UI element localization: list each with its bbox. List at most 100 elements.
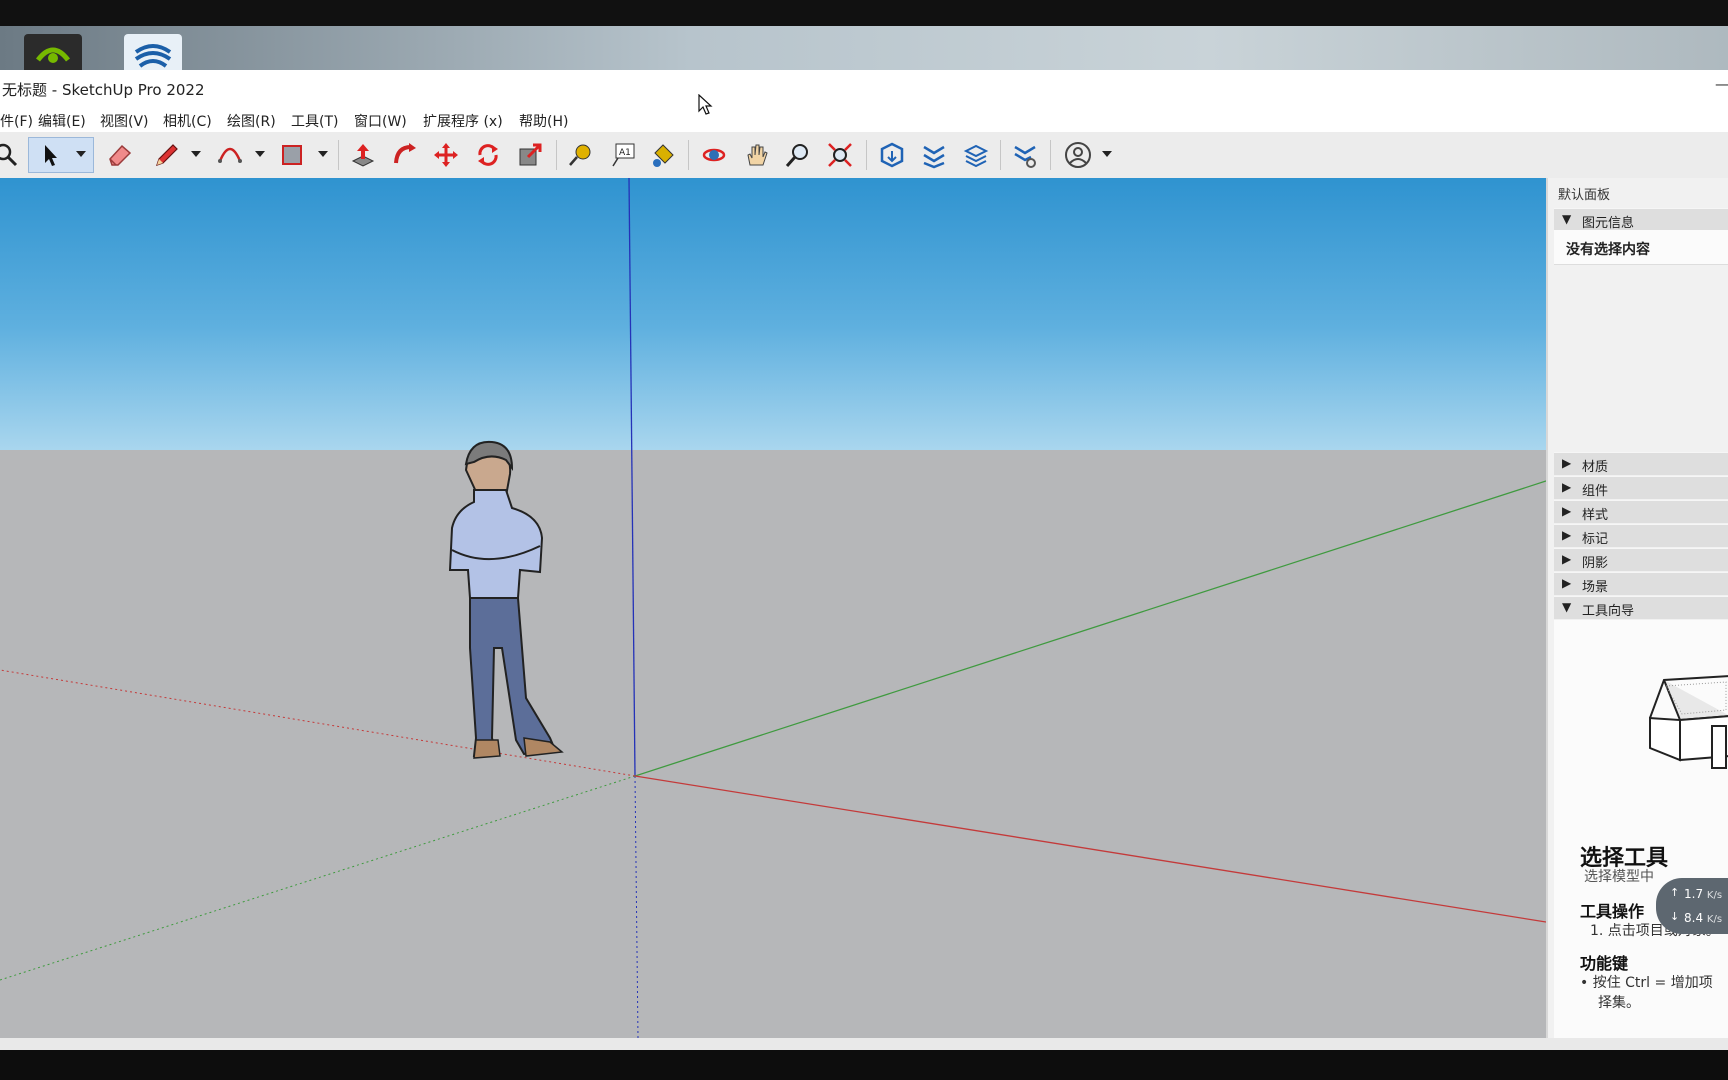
upload-speed-value: 1.7	[1684, 887, 1704, 901]
scale-icon[interactable]	[514, 139, 546, 171]
minimize-button[interactable]: —	[1715, 75, 1728, 93]
window-title: 无标题 - SketchUp Pro 2022	[2, 81, 205, 99]
eraser-icon[interactable]	[104, 139, 136, 171]
toolbar-separator	[1000, 140, 1001, 170]
download-speed-value: 8.4	[1684, 911, 1704, 925]
scene-axes	[0, 178, 1546, 1038]
toolbar-separator	[866, 140, 867, 170]
mouse-cursor-icon	[698, 94, 713, 115]
panel-label: 材质	[1582, 460, 1609, 475]
rectangle-icon[interactable]	[276, 139, 308, 171]
zoom-icon[interactable]	[0, 139, 22, 171]
network-speed-widget[interactable]: ↑ 1.7 K/s ↓ 8.4 K/s	[1656, 878, 1728, 934]
upload-arrow-icon: ↑	[1670, 886, 1680, 899]
3d-warehouse-icon[interactable]	[876, 139, 908, 171]
tool-operation-heading: 工具操作	[1580, 902, 1645, 921]
layout-icon[interactable]	[960, 139, 992, 171]
rectangle-dropdown-caret-icon[interactable]	[318, 149, 328, 159]
tray-title: 默认面板	[1558, 188, 1611, 203]
panel-label: 样式	[1582, 508, 1609, 523]
menu-bar: 件(F) 编辑(E) 视图(V) 相机(C) 绘图(R) 工具(T) 窗口(W)…	[0, 106, 1728, 132]
push-pull-icon[interactable]	[347, 139, 379, 171]
upload-speed: 1.7 K/s	[1684, 887, 1722, 901]
main-toolbar: A1	[0, 132, 1728, 179]
menu-tools[interactable]: 工具(T)	[291, 111, 338, 131]
panel-tags-header[interactable]: ▶ 标记	[1554, 524, 1728, 547]
account-icon[interactable]	[1062, 139, 1094, 171]
panel-styles-header[interactable]: ▶ 样式	[1554, 500, 1728, 523]
arc-dropdown-caret-icon[interactable]	[255, 149, 265, 159]
download-speed: 8.4 K/s	[1684, 911, 1722, 925]
download-arrow-icon: ↓	[1670, 910, 1680, 923]
arc-icon[interactable]	[214, 139, 246, 171]
select-arrow-icon[interactable]	[34, 139, 66, 171]
panel-label: 标记	[1582, 532, 1609, 547]
expand-triangle-icon: ▶	[1562, 504, 1572, 518]
download-speed-unit: K/s	[1706, 914, 1723, 925]
screen-bezel-top	[0, 0, 1728, 26]
menu-edit[interactable]: 编辑(E)	[38, 111, 86, 131]
tape-measure-icon[interactable]	[565, 139, 597, 171]
collapse-triangle-icon: ▼	[1562, 212, 1572, 226]
menu-extensions[interactable]: 扩展程序 (x)	[423, 111, 503, 131]
desktop-background	[0, 26, 1728, 70]
panel-materials-header[interactable]: ▶ 材质	[1554, 452, 1728, 475]
toolbar-separator	[338, 140, 339, 170]
panel-components-header[interactable]: ▶ 组件	[1554, 476, 1728, 499]
toolbar-separator	[688, 140, 689, 170]
account-dropdown-caret-icon[interactable]	[1102, 149, 1112, 159]
menu-camera[interactable]: 相机(C)	[163, 111, 212, 131]
menu-draw[interactable]: 绘图(R)	[227, 111, 276, 131]
follow-me-icon[interactable]	[389, 139, 421, 171]
toolbar-separator	[1050, 140, 1051, 170]
paint-bucket-icon[interactable]	[647, 139, 679, 171]
menu-file[interactable]: 件(F)	[0, 111, 33, 131]
panel-entity-info-header[interactable]: ▼ 图元信息	[1554, 208, 1728, 231]
extension-manager-icon[interactable]	[1009, 139, 1041, 171]
move-icon[interactable]	[430, 139, 462, 171]
rotate-icon[interactable]	[472, 139, 504, 171]
green-axis-positive	[634, 480, 1546, 777]
panel-label: 工具向导	[1582, 604, 1635, 619]
zoom-extents-icon[interactable]	[824, 139, 856, 171]
modeling-viewport[interactable]	[0, 178, 1546, 1038]
pan-hand-icon[interactable]	[740, 139, 772, 171]
extension-warehouse-icon[interactable]	[918, 139, 950, 171]
expand-triangle-icon: ▶	[1562, 576, 1572, 590]
panel-label: 场景	[1582, 580, 1609, 595]
pencil-dropdown-caret-icon[interactable]	[191, 149, 201, 159]
panel-instructor-header[interactable]: ▼ 工具向导	[1554, 596, 1728, 619]
green-axis-negative	[0, 775, 636, 981]
select-dropdown-caret-icon[interactable]	[76, 149, 86, 159]
status-bar	[0, 1038, 1728, 1050]
red-axis-positive	[634, 775, 1546, 923]
orbit-icon[interactable]	[698, 139, 730, 171]
panel-label: 图元信息	[1582, 216, 1635, 231]
blue-axis-positive	[628, 178, 636, 777]
screen-bezel-bottom	[0, 1050, 1728, 1080]
menu-window[interactable]: 窗口(W)	[354, 111, 407, 131]
pencil-icon[interactable]	[150, 139, 182, 171]
feishu-app-icon[interactable]	[124, 34, 182, 70]
panel-label: 组件	[1582, 484, 1609, 499]
blue-axis-negative	[634, 775, 639, 1038]
zoom-magnifier-icon[interactable]	[782, 139, 814, 171]
modifier-keys-heading: 功能键	[1580, 954, 1629, 973]
nvidia-app-icon[interactable]	[24, 34, 82, 70]
window-titlebar: 无标题 - SketchUp Pro 2022 —	[0, 70, 1728, 106]
entity-info-body: 没有选择内容	[1554, 230, 1728, 265]
menu-help[interactable]: 帮助(H)	[519, 111, 568, 131]
toolbar-separator	[556, 140, 557, 170]
scale-figure-person[interactable]	[448, 440, 564, 759]
menu-view[interactable]: 视图(V)	[100, 111, 149, 131]
collapse-triangle-icon: ▼	[1562, 600, 1572, 614]
expand-triangle-icon: ▶	[1562, 528, 1572, 542]
text-label-icon[interactable]: A1	[607, 139, 639, 171]
instructor-body: 选择工具 选择模型中 工具操作 1. 点击项目或对象。 功能键 • 按住 Ctr…	[1554, 620, 1728, 1038]
panel-shadows-header[interactable]: ▶ 阴影	[1554, 548, 1728, 571]
expand-triangle-icon: ▶	[1562, 480, 1572, 494]
panel-scenes-header[interactable]: ▶ 场景	[1554, 572, 1728, 595]
select-tool-house-illustration	[1649, 675, 1728, 769]
modifier-keys-line: • 按住 Ctrl = 增加项	[1580, 975, 1713, 991]
modifier-keys-line-continued: 择集。	[1598, 995, 1640, 1011]
